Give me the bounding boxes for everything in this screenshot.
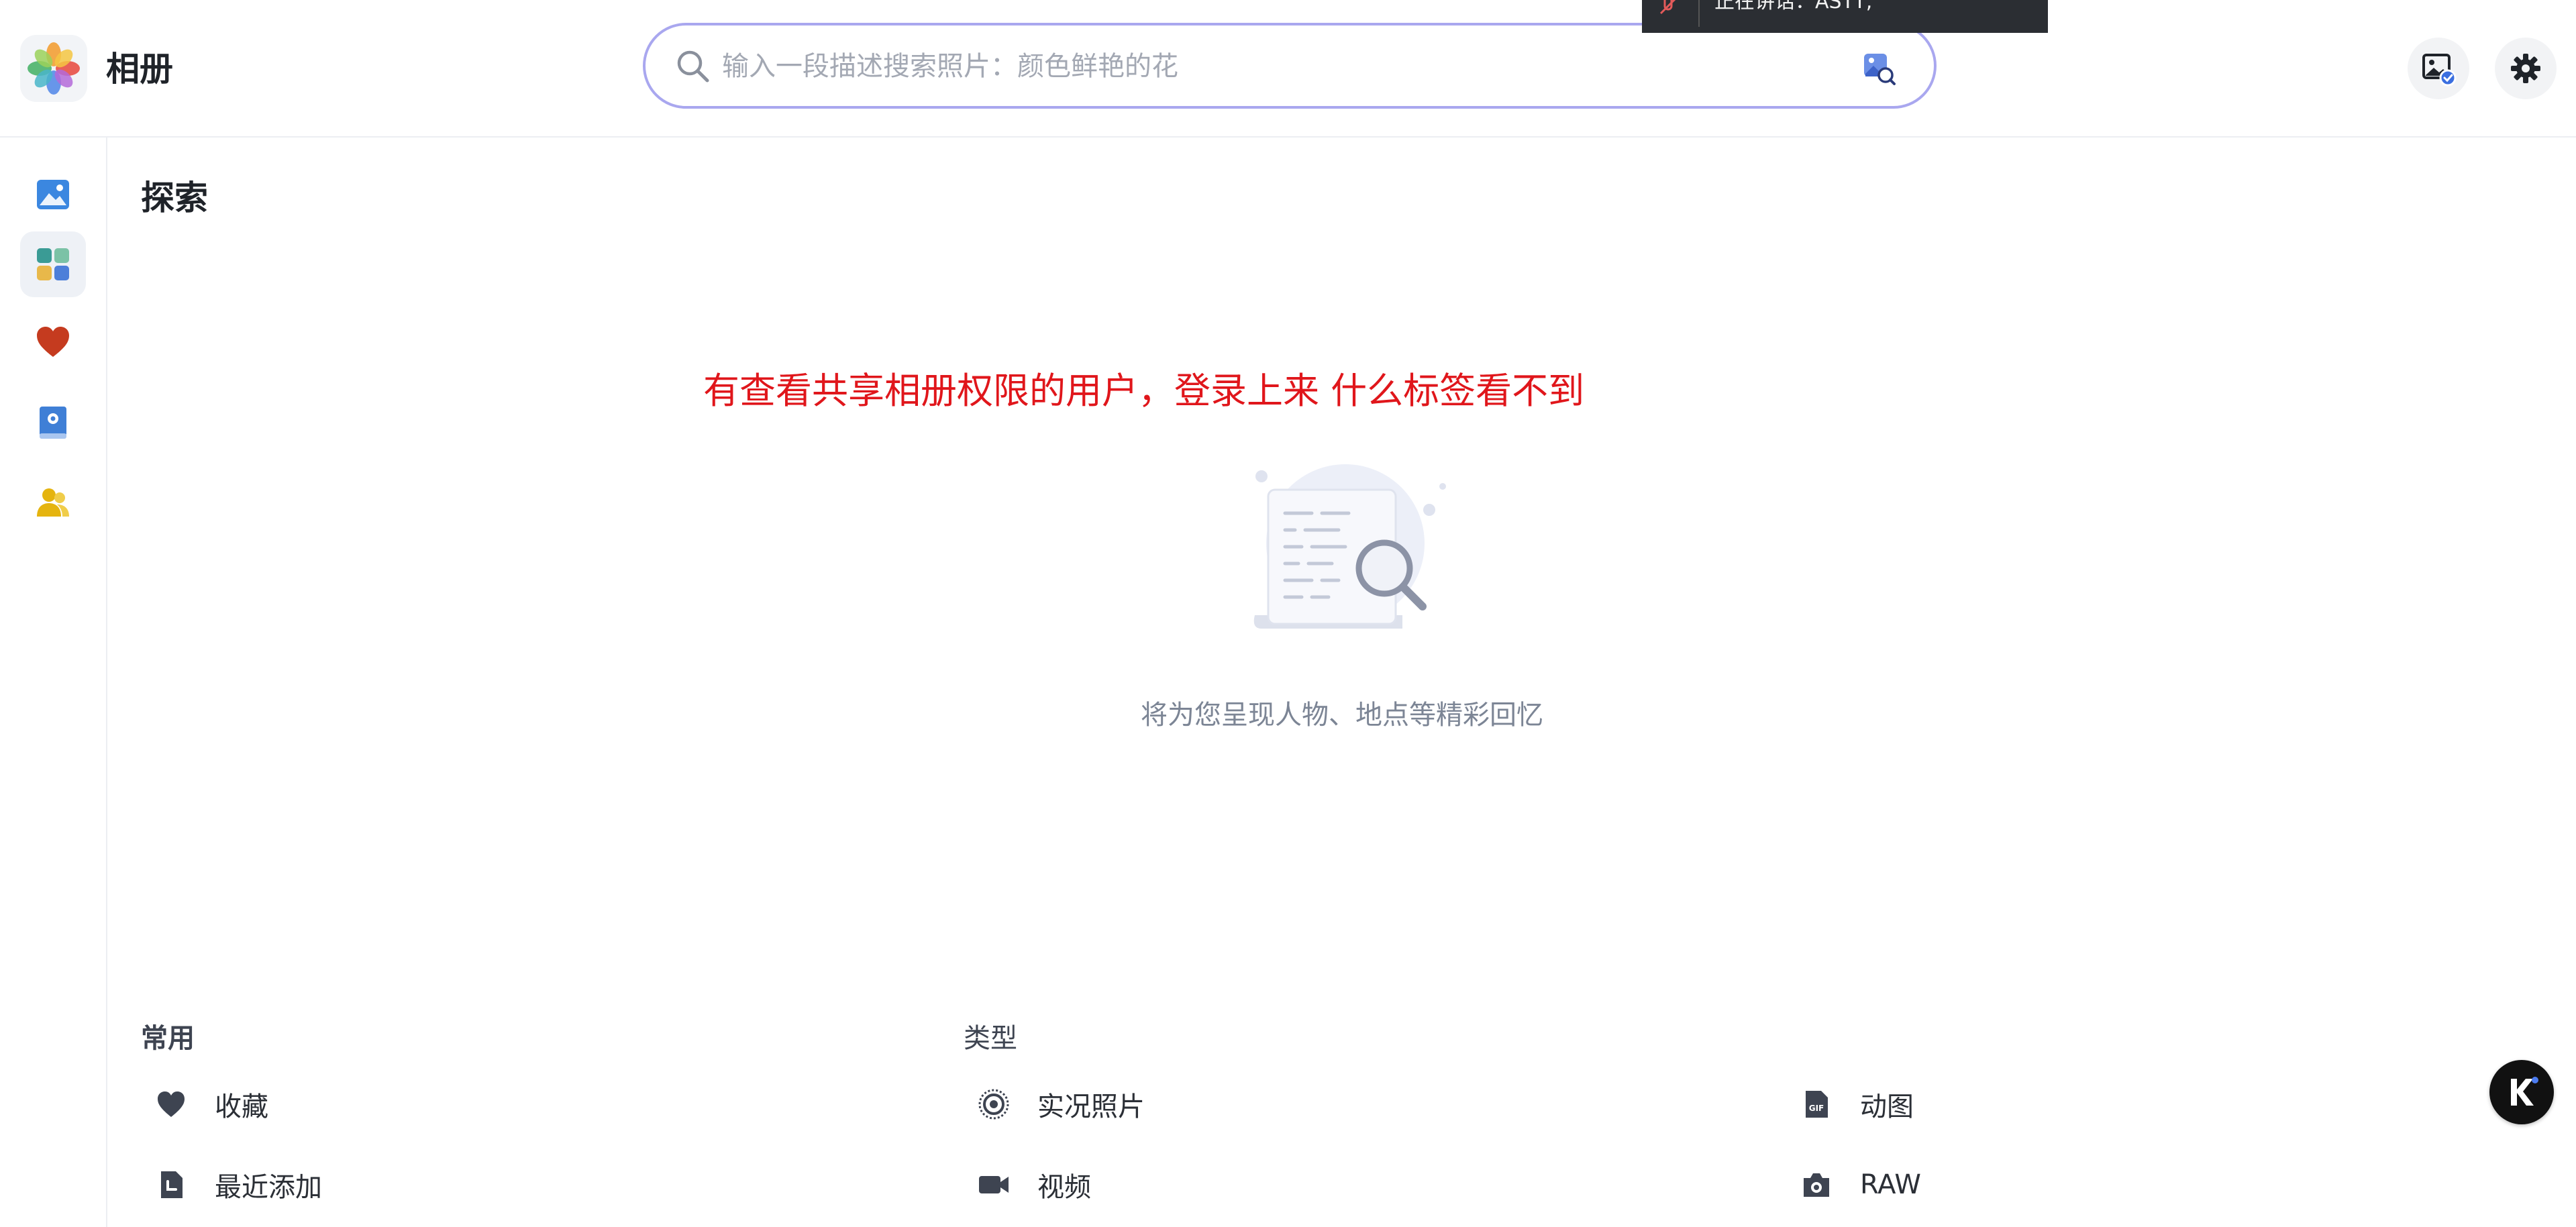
section-title-common: 常用 [141, 1023, 195, 1054]
list-item-live-photos[interactable]: 实况照片 [976, 1077, 1145, 1131]
gear-icon [2511, 54, 2540, 83]
recent-file-icon [153, 1167, 189, 1203]
list-item-raw[interactable]: RAW [1798, 1158, 1921, 1212]
list-item-recent[interactable]: 最近添加 [153, 1158, 322, 1212]
page-title: 探索 [141, 178, 208, 217]
speaking-text: 正在讲话：ASTT; [1714, 0, 1873, 13]
image-icon [37, 180, 69, 209]
sidebar-item-explore[interactable] [20, 231, 86, 297]
heart-icon [153, 1086, 189, 1122]
sidebar-item-favorites[interactable] [20, 309, 86, 375]
list-item-label: RAW [1860, 1169, 1921, 1200]
search-input[interactable] [721, 42, 1770, 91]
photo-upload-button[interactable] [2408, 38, 2469, 99]
list-item-label: 动图 [1860, 1091, 1914, 1122]
list-item-label: 最近添加 [215, 1172, 322, 1203]
list-item-gifs[interactable]: GIF 动图 [1798, 1077, 1914, 1131]
list-item-label: 实况照片 [1037, 1091, 1145, 1122]
settings-button[interactable] [2495, 38, 2557, 99]
speaking-indicator-popup: 正在讲话：ASTT; [1642, 0, 2048, 33]
section-title-types: 类型 [964, 1023, 1017, 1054]
list-item-label: 收藏 [215, 1091, 268, 1122]
search-bar[interactable] [643, 23, 1937, 109]
list-item-label: 视频 [1037, 1172, 1091, 1203]
empty-state-text: 将为您呈现人物、地点等精彩回忆 [1141, 700, 1543, 731]
live-photo-icon [976, 1086, 1012, 1122]
floating-assistant-button[interactable] [2489, 1060, 2554, 1124]
muted-mic-icon [1659, 0, 1676, 15]
top-bar: 相册 [0, 0, 2576, 138]
photo-check-icon [2422, 54, 2457, 87]
gif-file-icon: GIF [1798, 1086, 1835, 1122]
image-search-icon[interactable] [1861, 51, 1896, 86]
sidebar-item-photos[interactable] [20, 162, 86, 227]
list-item-videos[interactable]: 视频 [976, 1158, 1091, 1212]
svg-text:GIF: GIF [1809, 1104, 1824, 1113]
album-book-icon [40, 407, 66, 439]
sidebar-item-people[interactable] [20, 470, 86, 536]
search-icon[interactable] [674, 47, 713, 86]
empty-state-illustration [1253, 464, 1446, 629]
grid-icon [37, 248, 69, 280]
heart-icon [37, 327, 69, 357]
sidebar [0, 138, 107, 1227]
assistant-logo-icon [2511, 1077, 2538, 1106]
app-title: 相册 [106, 50, 173, 89]
popup-divider [1698, 0, 1700, 27]
flower-logo-icon [28, 42, 80, 95]
video-camera-icon [976, 1167, 1012, 1203]
people-icon [37, 488, 69, 517]
sidebar-item-albums[interactable] [20, 390, 86, 456]
list-item-favorites[interactable]: 收藏 [153, 1077, 268, 1131]
popup-controls-icon[interactable] [1983, 0, 2037, 15]
annotation-note: 有查看共享相册权限的用户，登录上来 什么标签看不到 [703, 370, 1585, 412]
camera-icon [1798, 1167, 1835, 1203]
app-logo [20, 35, 87, 102]
